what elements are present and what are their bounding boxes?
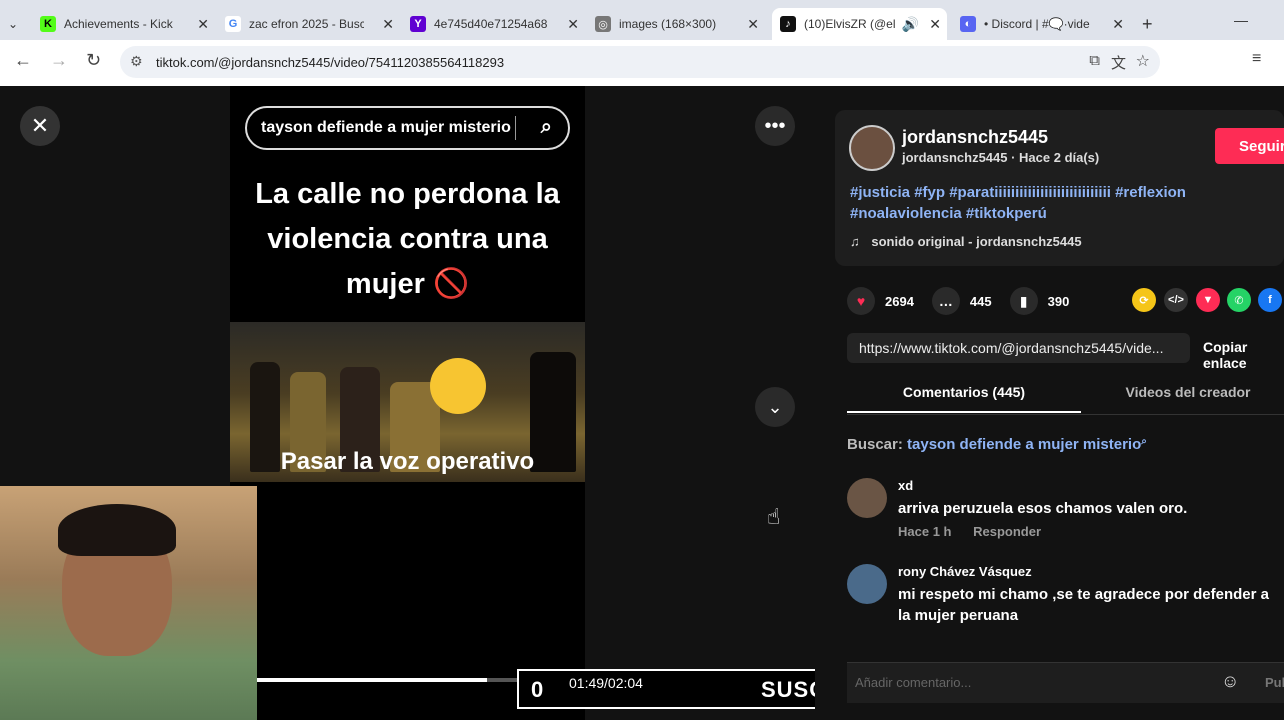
- reply-button[interactable]: Responder: [973, 524, 1041, 539]
- comment-meta: Hace 1 h Responder: [898, 524, 1042, 539]
- engagement-stats: ♥ 2694 … 445 ▮ 390: [847, 286, 1087, 316]
- emoji-icon[interactable]: ☺: [1221, 671, 1239, 692]
- webcam-overlay: [0, 486, 257, 720]
- discord-icon: ◐: [960, 16, 976, 32]
- tab-tiktok[interactable]: ♪ (10)ElvisZR (@el 🔊 ✕: [772, 8, 947, 40]
- smiling-hearts-emoji: [430, 358, 486, 414]
- speaker-icon[interactable]: 🔊: [902, 16, 919, 33]
- comment-input-bar: Añadir comentario... ☺ Publicar: [847, 662, 1284, 703]
- tab-search-button[interactable]: ⌄: [8, 8, 32, 40]
- whatsapp-icon[interactable]: ✆: [1227, 288, 1251, 312]
- site-settings-icon[interactable]: ⚙: [130, 53, 143, 70]
- close-icon[interactable]: ✕: [382, 16, 394, 33]
- video-caption: Pasar la voz operativo: [280, 448, 535, 475]
- more-options-button[interactable]: •••: [755, 106, 795, 146]
- video-player[interactable]: tayson defiende a mujer misterio ⌕ La ca…: [230, 86, 585, 720]
- reading-list-icon[interactable]: ≡: [1252, 50, 1261, 68]
- streamer-hair: [58, 504, 176, 556]
- tab-comments[interactable]: Comentarios (445): [847, 384, 1081, 400]
- comment-item: rony Chávez Vásquez mi respeto mi chamo …: [847, 564, 1284, 634]
- tiktok-icon: ♪: [780, 16, 796, 32]
- avatar[interactable]: [847, 478, 887, 518]
- comment-user[interactable]: xd: [898, 478, 913, 493]
- embed-icon[interactable]: </>: [1164, 288, 1188, 312]
- video-photo: Pasar la voz operativo: [230, 322, 585, 482]
- next-video-button[interactable]: ⌄: [755, 387, 795, 427]
- tab-google[interactable]: G zac efron 2025 - Busc ✕: [225, 8, 400, 40]
- comment-search-suggestion[interactable]: Buscar: tayson defiende a mujer misterio…: [847, 436, 1147, 453]
- kick-icon: K: [40, 16, 56, 32]
- tab-creator-videos[interactable]: Videos del creador: [1092, 384, 1284, 400]
- avatar[interactable]: [847, 564, 887, 604]
- globe-icon: ◎: [595, 16, 611, 32]
- reload-icon[interactable]: ↻: [86, 50, 101, 71]
- close-icon[interactable]: ✕: [929, 16, 941, 33]
- post-comment-button[interactable]: Publicar: [1265, 675, 1284, 690]
- tab-yahoo[interactable]: Y 4e745d40e71254a68 ✕: [410, 8, 585, 40]
- save-button[interactable]: ▮ 390: [1009, 287, 1069, 315]
- follow-button[interactable]: Seguir: [1215, 128, 1284, 164]
- yahoo-icon: Y: [410, 16, 426, 32]
- video-time: 01:49/02:04: [569, 675, 643, 691]
- music-note-icon: ♫: [850, 234, 860, 249]
- active-tab-underline: [847, 411, 1081, 413]
- comment-icon: …: [931, 287, 960, 315]
- copy-link-button[interactable]: Copiar enlace: [1203, 339, 1284, 371]
- video-search-overlay: tayson defiende a mujer misterio ⌕: [245, 106, 570, 150]
- comment-text: mi respeto mi chamo ,se te agradece por …: [898, 586, 1269, 624]
- mouse-cursor-icon: ☝: [767, 504, 781, 529]
- facebook-icon[interactable]: f: [1258, 288, 1282, 312]
- browser-tab-bar: ⌄ K Achievements - Kick ✕ G zac efron 20…: [0, 0, 1284, 40]
- comment-input[interactable]: Añadir comentario...: [855, 675, 971, 690]
- close-icon[interactable]: ✕: [1112, 16, 1124, 33]
- search-divider: [515, 116, 516, 140]
- video-progress-bar[interactable]: [257, 678, 517, 682]
- hashtags[interactable]: #justicia #fyp #paratiiiiiiiiiiiiiiiiiii…: [850, 182, 1270, 224]
- new-tab-button[interactable]: +: [1142, 8, 1162, 40]
- close-icon[interactable]: ✕: [197, 16, 209, 33]
- progress-fill: [257, 678, 488, 682]
- close-icon[interactable]: ✕: [567, 16, 579, 33]
- search-icon: ⌕: [540, 116, 552, 138]
- close-icon[interactable]: ✕: [747, 16, 759, 33]
- sound-link[interactable]: ♫ sonido original - jordansnchz5445: [850, 234, 1082, 249]
- install-icon[interactable]: ⧉: [1089, 52, 1100, 69]
- forward-icon[interactable]: →: [50, 50, 68, 71]
- search-icon: ⌕: [1141, 436, 1147, 447]
- repost-icon[interactable]: ⟳: [1132, 288, 1156, 312]
- comment-button[interactable]: … 445: [931, 287, 992, 315]
- post-details-panel: jordansnchz5445 jordansnchz5445 · Hace 2…: [815, 86, 1284, 720]
- tab-images[interactable]: ◎ images (168×300) ✕: [595, 8, 765, 40]
- back-icon[interactable]: ←: [14, 50, 32, 71]
- author-subline: jordansnchz5445 · Hace 2 día(s): [902, 150, 1100, 165]
- google-icon: G: [225, 16, 241, 32]
- minimize-icon[interactable]: —: [1234, 12, 1248, 28]
- like-button[interactable]: ♥ 2694: [847, 287, 914, 315]
- comment-user[interactable]: rony Chávez Vásquez: [898, 564, 1032, 579]
- share-link-field[interactable]: https://www.tiktok.com/@jordansnchz5445/…: [847, 333, 1190, 363]
- address-bar-row: ← → ↻ ⚙ tiktok.com/@jordansnchz5445/vide…: [0, 40, 1284, 87]
- panel-tabs: Comentarios (445) Videos del creador: [847, 384, 1284, 415]
- comment-item: xd arriva peruzuela esos chamos valen or…: [847, 478, 1284, 548]
- author-card: jordansnchz5445 jordansnchz5445 · Hace 2…: [835, 110, 1284, 266]
- send-icon[interactable]: ▼: [1196, 288, 1220, 312]
- avatar[interactable]: [849, 125, 895, 171]
- bookmark-star-icon[interactable]: ☆: [1136, 51, 1150, 71]
- url-field[interactable]: ⚙ tiktok.com/@jordansnchz5445/video/7541…: [120, 46, 1160, 78]
- translate-icon[interactable]: 文: [1111, 52, 1126, 73]
- heart-icon: ♥: [847, 287, 875, 315]
- author-username[interactable]: jordansnchz5445: [902, 127, 1048, 148]
- tab-kick[interactable]: K Achievements - Kick ✕: [40, 8, 215, 40]
- comment-text: arriva peruzuela esos chamos valen oro.: [898, 500, 1188, 517]
- bookmark-icon: ▮: [1009, 287, 1038, 315]
- video-headline: La calle no perdona la violencia contra …: [255, 178, 560, 300]
- close-video-button[interactable]: ✕: [20, 106, 60, 146]
- tiktok-video-page: ✕ tayson defiende a mujer misterio ⌕ La …: [0, 86, 1284, 720]
- tab-discord[interactable]: ◐ • Discord | #🗨️·vide ✕: [960, 8, 1130, 40]
- share-link-row: https://www.tiktok.com/@jordansnchz5445/…: [847, 333, 1284, 371]
